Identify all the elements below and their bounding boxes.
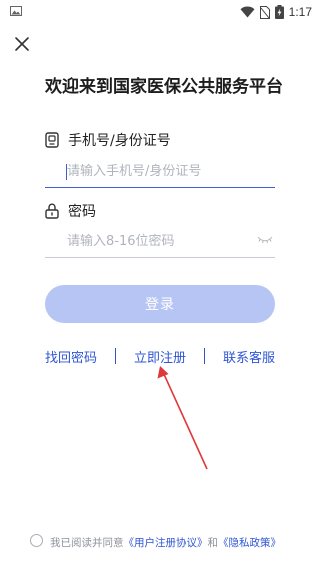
phone-field-label-row: 手机号/身份证号	[45, 130, 171, 150]
close-icon[interactable]	[12, 34, 32, 54]
wifi-icon	[240, 6, 255, 18]
agreement-and: 和	[207, 537, 219, 549]
lock-icon	[45, 203, 59, 219]
password-input[interactable]	[45, 226, 275, 257]
login-button[interactable]: 登录	[45, 285, 275, 323]
auth-links-row: 找回密码 立即注册 联系客服	[45, 346, 275, 366]
retrieve-password-link[interactable]: 找回密码	[45, 347, 97, 366]
phone-id-icon	[45, 132, 59, 148]
status-time: 1:17	[288, 5, 312, 19]
privacy-policy-link[interactable]: 《隐私政策》	[218, 537, 281, 549]
page-title: 欢迎来到国家医保公共服务平台	[45, 77, 283, 97]
status-bar: 1:17	[0, 0, 320, 24]
password-input-container	[45, 226, 275, 258]
user-agreement-link[interactable]: 《用户注册协议》	[124, 537, 208, 549]
agreement-prefix: 我已阅读并同意	[50, 537, 124, 549]
phone-id-input[interactable]	[45, 156, 275, 187]
battery-charging-icon	[274, 5, 284, 19]
password-field-label: 密码	[68, 204, 96, 220]
agreement-checkbox[interactable]	[30, 534, 43, 547]
status-icons: 1:17	[240, 4, 312, 20]
phone-field-label: 手机号/身份证号	[68, 133, 171, 149]
no-sim-icon	[259, 5, 270, 19]
register-link[interactable]: 立即注册	[134, 347, 186, 366]
link-divider	[203, 348, 205, 364]
agreement-row: 我已阅读并同意《用户注册协议》和《隐私政策》	[30, 531, 281, 550]
text-cursor	[66, 164, 67, 180]
link-divider	[115, 348, 116, 364]
phone-input-container	[45, 156, 275, 188]
eye-closed-icon[interactable]	[257, 235, 273, 245]
gallery-notification-icon	[10, 6, 22, 16]
customer-service-link[interactable]: 联系客服	[223, 347, 275, 366]
password-field-label-row: 密码	[45, 201, 96, 221]
